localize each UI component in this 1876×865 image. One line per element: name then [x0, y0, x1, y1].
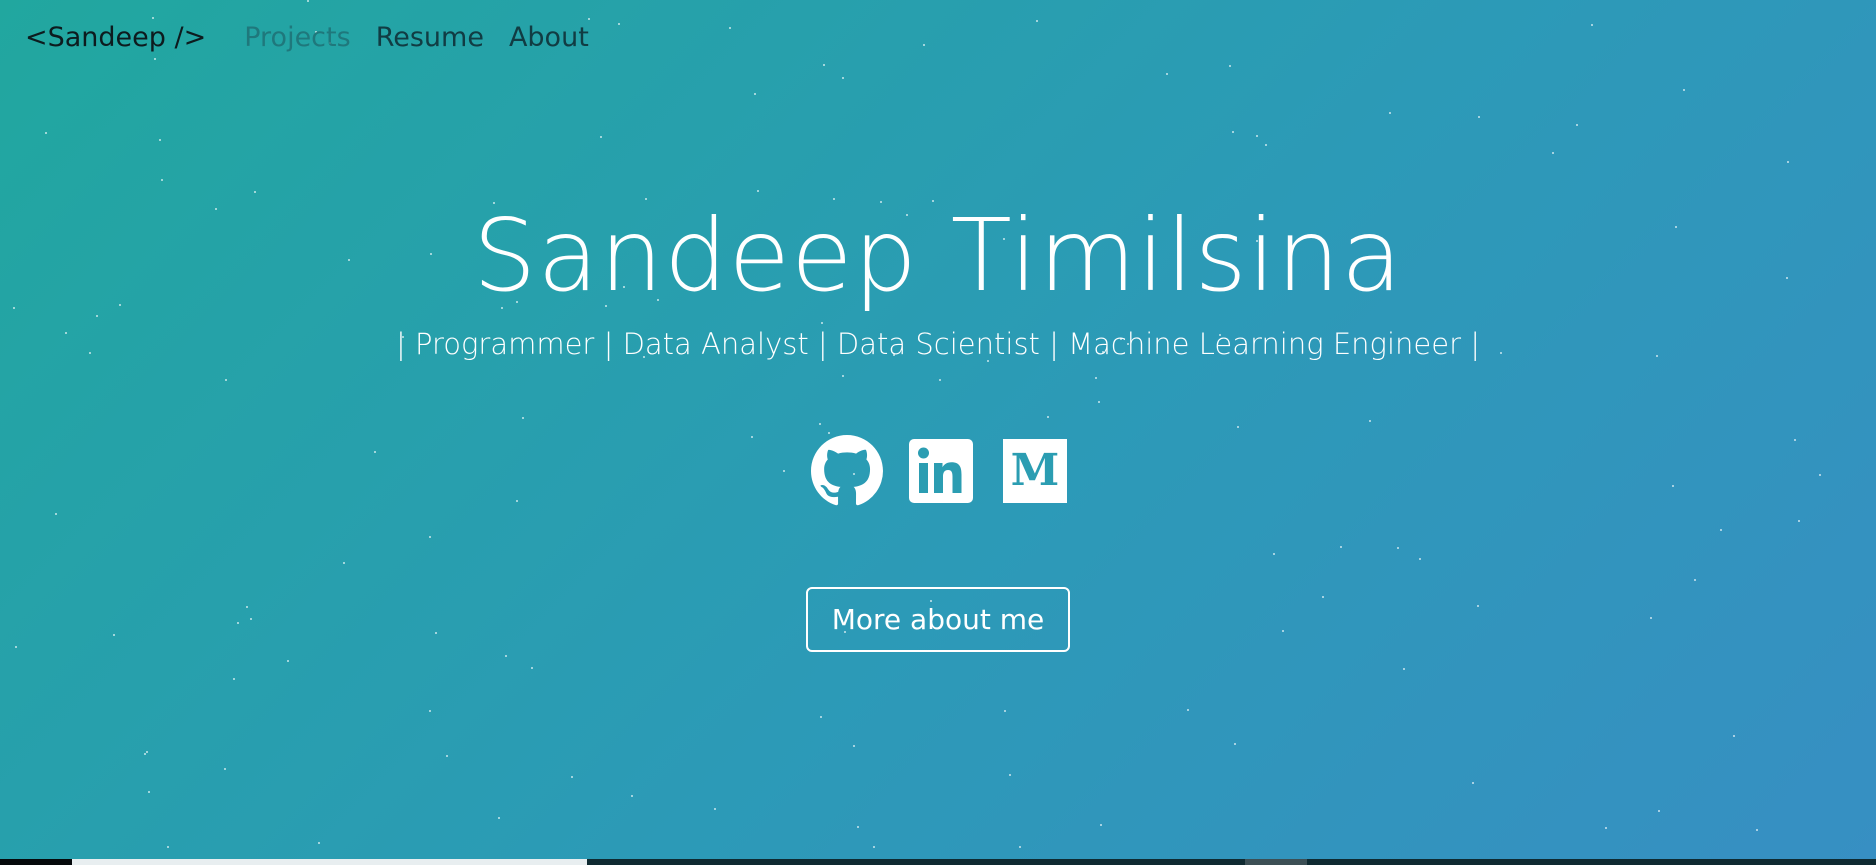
star-dot — [1232, 131, 1234, 133]
taskbar-start-segment — [0, 859, 72, 865]
star-dot — [1478, 116, 1480, 118]
star-dot — [1187, 709, 1189, 711]
star-dot — [429, 710, 431, 712]
star-dot — [1403, 668, 1405, 670]
top-navbar: <Sandeep /> Projects Resume About — [25, 22, 614, 53]
star-dot — [714, 808, 716, 810]
star-dot — [307, 0, 309, 2]
taskbar-search-segment — [72, 859, 587, 865]
star-dot — [1019, 846, 1021, 848]
star-dot — [167, 846, 169, 848]
star-dot — [498, 817, 500, 819]
star-dot — [152, 17, 154, 19]
star-dot — [1229, 65, 1231, 67]
star-dot — [857, 826, 859, 828]
star-dot — [531, 667, 533, 669]
star-dot — [1756, 829, 1758, 831]
star-dot — [154, 58, 156, 60]
star-dot — [318, 842, 320, 844]
star-dot — [1100, 824, 1102, 826]
brand-logo-link[interactable]: <Sandeep /> — [25, 22, 206, 53]
bottom-taskbar-strip — [0, 859, 1876, 865]
star-dot — [505, 655, 507, 657]
star-dot — [923, 44, 925, 46]
github-icon — [810, 435, 883, 511]
star-dot — [618, 23, 620, 25]
star-dot — [254, 191, 256, 193]
star-dot — [1591, 24, 1593, 26]
star-dot — [446, 755, 448, 757]
star-dot — [842, 77, 844, 79]
star-dot — [631, 795, 633, 797]
star-dot — [1733, 735, 1735, 737]
more-about-me-button[interactable]: More about me — [805, 587, 1071, 652]
star-dot — [1552, 152, 1554, 154]
nav-link-about[interactable]: About — [509, 22, 589, 53]
star-dot — [757, 190, 759, 192]
star-dot — [853, 745, 855, 747]
linkedin-icon — [908, 438, 974, 508]
star-dot — [600, 136, 602, 138]
cta-container: More about me — [0, 587, 1876, 652]
star-dot — [148, 791, 150, 793]
star-dot — [159, 139, 161, 141]
star-dot — [1265, 144, 1267, 146]
star-dot — [820, 716, 822, 718]
nav-link-projects[interactable]: Projects — [244, 22, 350, 53]
star-dot — [1472, 782, 1474, 784]
star-dot — [161, 179, 163, 181]
star-dot — [1576, 124, 1578, 126]
star-dot — [823, 64, 825, 66]
star-dot — [1234, 743, 1236, 745]
star-dot — [224, 768, 226, 770]
star-dot — [1658, 810, 1660, 812]
star-dot — [754, 93, 756, 95]
star-dot — [144, 753, 146, 755]
star-dot — [588, 18, 590, 20]
star-dot — [1036, 20, 1038, 22]
github-link[interactable] — [810, 435, 883, 507]
hero-section: Sandeep Timilsina | Programmer | Data An… — [0, 195, 1876, 652]
page-title: Sandeep Timilsina — [472, 197, 1404, 314]
taskbar-app-segment — [1245, 859, 1307, 865]
star-dot — [571, 776, 573, 778]
star-dot — [873, 846, 875, 848]
star-dot — [1256, 135, 1258, 137]
star-dot — [233, 678, 235, 680]
svg-text:M: M — [1010, 445, 1059, 496]
star-dot — [1787, 161, 1789, 163]
star-dot — [1683, 89, 1685, 91]
medium-link[interactable]: M — [1001, 439, 1069, 507]
star-dot — [1166, 73, 1168, 75]
linkedin-link[interactable] — [907, 439, 975, 507]
star-dot — [729, 27, 731, 29]
social-links: M — [0, 435, 1876, 507]
star-dot — [146, 751, 148, 753]
hero-subtitle: | Programmer | Data Analyst | Data Scien… — [396, 327, 1480, 361]
medium-icon: M — [1002, 438, 1068, 508]
star-dot — [287, 660, 289, 662]
star-dot — [1004, 710, 1006, 712]
star-dot — [45, 132, 47, 134]
nav-link-resume[interactable]: Resume — [376, 22, 484, 53]
star-dot — [1605, 827, 1607, 829]
star-dot — [1389, 112, 1391, 114]
star-dot — [1009, 774, 1011, 776]
